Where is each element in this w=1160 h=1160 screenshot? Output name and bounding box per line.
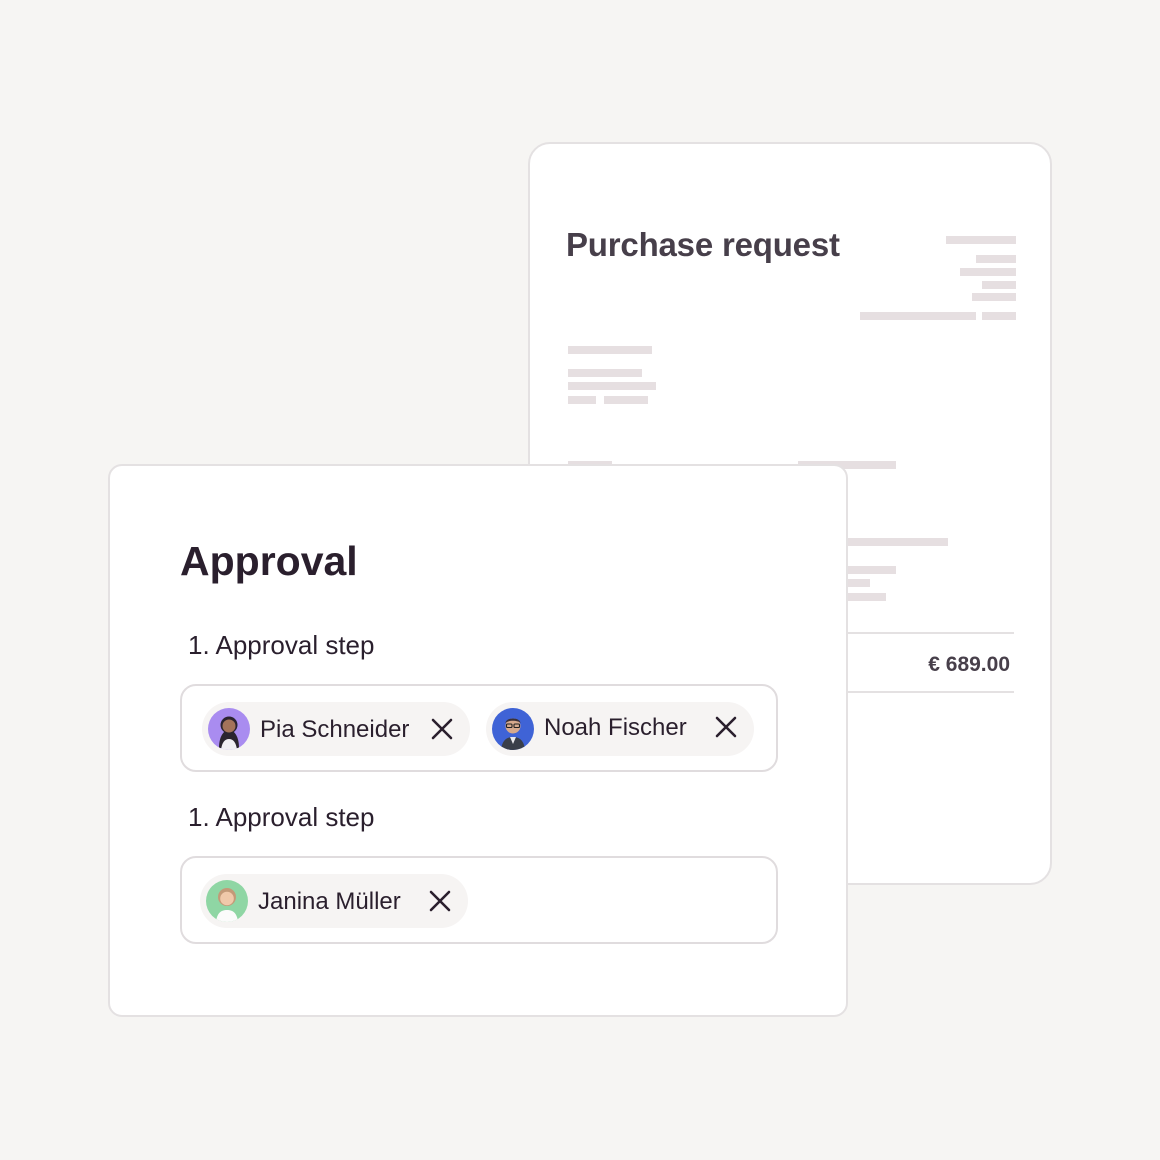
placeholder-line <box>976 255 1016 263</box>
placeholder-line <box>972 293 1016 301</box>
approver-chip[interactable]: Janina Müller <box>200 874 468 928</box>
placeholder-line <box>946 236 1016 244</box>
placeholder-line <box>604 396 648 404</box>
approval-card: Approval 1. Approval step Pia Schneider <box>108 464 848 1017</box>
approval-step-label: 1. Approval step <box>188 802 375 832</box>
placeholder-line <box>860 312 976 320</box>
placeholder-line <box>982 312 1016 320</box>
placeholder-line <box>848 538 948 546</box>
approver-name: Pia Schneider <box>260 716 410 743</box>
placeholder-line <box>568 346 652 354</box>
approver-field[interactable]: Janina Müller <box>180 856 778 944</box>
avatar <box>492 708 534 750</box>
placeholder-line <box>848 593 886 601</box>
avatar <box>208 708 250 750</box>
placeholder-line <box>568 396 596 404</box>
placeholder-line <box>848 566 896 574</box>
approver-name: Janina Müller <box>258 888 401 915</box>
divider <box>830 632 1014 634</box>
approval-step-label: 1. Approval step <box>188 630 375 660</box>
placeholder-line <box>568 382 656 390</box>
total-amount: € 689.00 <box>928 653 1010 676</box>
approval-title: Approval <box>180 538 358 584</box>
purchase-request-title: Purchase request <box>566 226 840 263</box>
placeholder-line <box>848 579 870 587</box>
approver-name: Noah Fischer <box>544 714 687 741</box>
approver-chip[interactable]: Noah Fischer <box>486 702 754 756</box>
close-icon[interactable] <box>714 715 738 739</box>
approver-chip[interactable]: Pia Schneider <box>202 702 470 756</box>
close-icon[interactable] <box>430 717 454 741</box>
placeholder-line <box>960 268 1016 276</box>
avatar <box>206 880 248 922</box>
approver-field[interactable]: Pia Schneider Noah Fischer <box>180 684 778 772</box>
divider <box>830 691 1014 693</box>
placeholder-line <box>982 281 1016 289</box>
close-icon[interactable] <box>428 889 452 913</box>
placeholder-line <box>568 369 642 377</box>
